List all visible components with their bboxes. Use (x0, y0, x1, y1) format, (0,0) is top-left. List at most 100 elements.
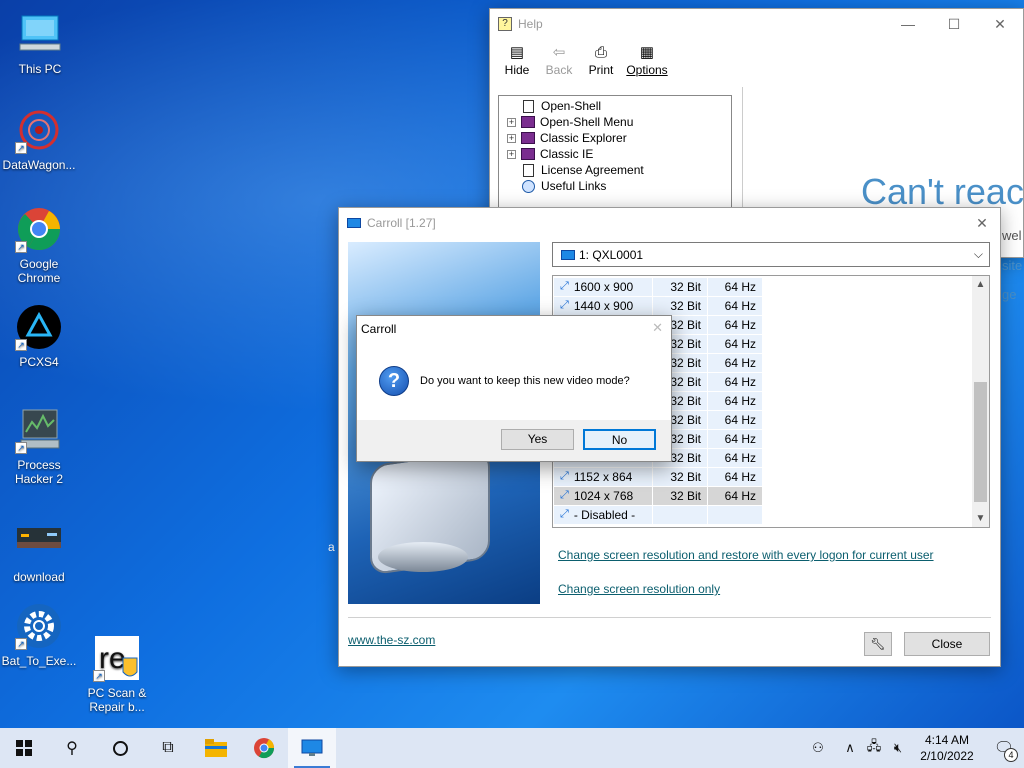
notifications-button[interactable]: 🗨︎ 4 (984, 738, 1024, 762)
video-mode-row[interactable]: ⤢ 1440 x 900 32 Bit 64 Hz (554, 296, 762, 315)
desktop-icon-process-hacker[interactable]: ↗ Process Hacker 2 (0, 406, 79, 486)
scroll-down-icon[interactable]: ▼ (972, 510, 989, 527)
chrome-taskbar-button[interactable] (240, 728, 288, 768)
task-view-icon: ⧉ (162, 739, 174, 756)
no-button[interactable]: No (583, 429, 656, 450)
desktop-icon-this-pc[interactable]: This PC (0, 10, 80, 76)
file-explorer-button[interactable] (192, 728, 240, 768)
maximize-button[interactable]: ☐ (931, 9, 977, 39)
chrome-icon: ↗ (15, 205, 63, 253)
tree-item-label: Open-Shell Menu (540, 115, 634, 129)
chevron-down-icon[interactable]: ⌵ (974, 247, 983, 262)
confirm-dialog[interactable]: Carroll ✕ ? Do you want to keep this new… (356, 315, 672, 462)
scroll-up-icon[interactable]: ▲ (972, 276, 989, 293)
mode-color-depth: 32 Bit (653, 296, 707, 315)
desktop-icon-label: download (13, 570, 65, 584)
change-resolution-restore-link[interactable]: Change screen resolution and restore wit… (558, 548, 934, 562)
desktop-icon-chrome[interactable]: ↗ Google Chrome (0, 205, 79, 285)
help-text-fragment: wel (1002, 228, 1022, 243)
clock-time: 4:14 AM (924, 733, 970, 747)
help-link-fragment[interactable]: site (1002, 258, 1022, 273)
display-select[interactable]: 1: QXL0001 ⌵ (552, 242, 990, 267)
tree-item-label: Open-Shell (541, 99, 602, 113)
desktop-icon-pc-scan-repair[interactable]: re ↗ PC Scan & Repair b... (77, 634, 157, 714)
mode-resolution-cell: ⤢ 1600 x 900 (554, 277, 652, 296)
change-resolution-only-link[interactable]: Change screen resolution only (558, 582, 720, 596)
chrome-icon (254, 738, 275, 759)
help-contents-tree[interactable]: Open-Shell + Open-Shell Menu + Classic E… (498, 95, 732, 215)
mode-resolution: 1152 x 864 (573, 469, 633, 484)
clock-date: 2/10/2022 (920, 749, 974, 763)
expand-icon[interactable]: + (507, 149, 516, 159)
carroll-taskbar-button[interactable] (288, 728, 336, 768)
desktop-icon-label: PCXS4 (19, 355, 59, 369)
print-button[interactable]: ⎙ Print (580, 40, 622, 86)
yes-button[interactable]: Yes (501, 429, 574, 450)
close-icon[interactable]: ✕ (652, 320, 663, 336)
hide-button[interactable]: ▤ Hide (496, 40, 538, 86)
resize-arrow-icon: ⤢ (560, 470, 569, 482)
carroll-titlebar[interactable]: Carroll [1.27] (339, 208, 1000, 238)
minimize-button[interactable]: — (885, 9, 931, 39)
mode-resolution-cell: ⤢ 1440 x 900 (554, 296, 652, 315)
mode-refresh-rate: 64 Hz (708, 391, 762, 410)
expand-icon[interactable]: + (507, 133, 516, 143)
desktop-icon-label: DataWagon... (2, 158, 76, 172)
mode-refresh-rate: 64 Hz (708, 467, 762, 486)
mode-color-depth: 32 Bit (653, 467, 707, 486)
mode-refresh-rate: 64 Hz (708, 296, 762, 315)
folder-icon (205, 739, 227, 757)
options-button[interactable]: ▦ Options (622, 40, 672, 86)
tree-item-license[interactable]: License Agreement (499, 162, 731, 178)
desktop-icon-datawagon[interactable]: ↗ DataWagon... (0, 106, 79, 172)
question-icon: ? (379, 366, 409, 396)
close-dialog-button[interactable]: Close (904, 632, 990, 656)
volume-muted-icon[interactable]: 🔇︎ (886, 740, 910, 756)
tree-item-classic-ie[interactable]: + Classic IE (499, 146, 731, 162)
video-mode-row[interactable]: ⤢ - Disabled - (554, 505, 762, 524)
start-button[interactable] (0, 728, 48, 768)
cortana-button[interactable] (96, 728, 144, 768)
help-link-fragment[interactable]: ge (1002, 287, 1016, 302)
expand-icon[interactable]: + (507, 117, 516, 127)
desktop-icon-download[interactable]: download (0, 518, 79, 584)
shortcut-arrow-icon: ↗ (15, 638, 27, 650)
video-mode-row[interactable]: ⤢ 1024 x 768 32 Bit 64 Hz (554, 486, 762, 505)
shortcut-arrow-icon: ↗ (15, 142, 27, 154)
clock[interactable]: 4:14 AM 2/10/2022 (910, 732, 984, 764)
task-view-button[interactable]: ⧉ (144, 728, 192, 768)
system-tray: ⚇ ∧ 🖧︎ 🔇︎ 4:14 AM 2/10/2022 🗨︎ 4 (806, 728, 1024, 768)
people-icon[interactable]: ⚇ (806, 740, 830, 756)
gear-icon: ↗ (15, 602, 63, 650)
close-button[interactable]: ✕ (977, 9, 1023, 39)
tree-item-open-shell[interactable]: Open-Shell (499, 98, 731, 114)
mode-resolution-cell: ⤢ 1024 x 768 (554, 486, 652, 505)
search-icon: ⚲ (66, 740, 78, 757)
shortcut-arrow-icon: ↗ (93, 670, 105, 682)
mode-refresh-rate: 64 Hz (708, 353, 762, 372)
close-button[interactable]: ✕ (963, 208, 1001, 238)
tree-item-open-shell-menu[interactable]: + Open-Shell Menu (499, 114, 731, 130)
mode-resolution-cell: ⤢ - Disabled - (554, 505, 652, 524)
desktop-icon-pcxs4[interactable]: ↗ PCXS4 (0, 303, 79, 369)
network-icon[interactable]: 🖧︎ (862, 737, 886, 759)
scrollbar[interactable]: ▲ ▼ (972, 276, 989, 527)
book-icon (521, 132, 535, 144)
desktop-icon-bat-to-exe[interactable]: ↗ Bat_To_Exe... (0, 602, 79, 668)
download-image-icon (15, 518, 63, 566)
settings-button[interactable]: 🔧︎ (864, 632, 892, 656)
mode-refresh-rate: 64 Hz (708, 448, 762, 467)
scrollbar-thumb[interactable] (974, 382, 987, 502)
mode-resolution: 1440 x 900 (573, 298, 634, 313)
tree-item-useful-links[interactable]: Useful Links (499, 178, 731, 194)
back-button[interactable]: ⇦ Back (538, 40, 580, 86)
search-button[interactable]: ⚲ (48, 728, 96, 768)
chevron-up-icon[interactable]: ∧ (838, 740, 862, 756)
tree-item-classic-explorer[interactable]: + Classic Explorer (499, 130, 731, 146)
video-mode-row[interactable]: ⤢ 1152 x 864 32 Bit 64 Hz (554, 467, 762, 486)
back-arrow-icon: ⇦ (552, 44, 566, 61)
taskbar: ⚲ ⧉ ⚇ ∧ 🖧︎ 🔇︎ 4:14 AM 2/10/2022 🗨︎ 4 (0, 728, 1024, 768)
website-link[interactable]: www.the-sz.com (348, 633, 435, 647)
book-icon (521, 116, 535, 128)
video-mode-row[interactable]: ⤢ 1600 x 900 32 Bit 64 Hz (554, 277, 762, 296)
